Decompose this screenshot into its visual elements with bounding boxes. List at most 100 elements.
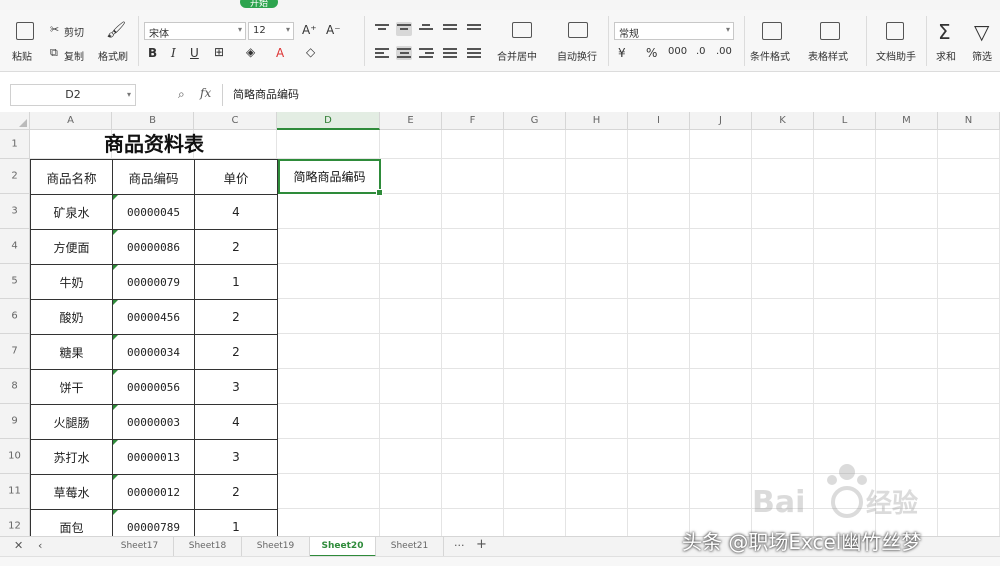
column-header-k[interactable]: K <box>752 112 814 130</box>
increase-font-icon[interactable]: A⁺ <box>302 23 317 37</box>
table-header-cell[interactable]: 商品名称 <box>30 159 113 195</box>
table-cell-code[interactable]: 00000045 <box>112 194 195 230</box>
close-icon[interactable]: ✕ <box>14 539 23 552</box>
outdent-icon[interactable] <box>466 22 482 36</box>
column-header-c[interactable]: C <box>194 112 277 130</box>
currency-icon[interactable]: ¥ <box>618 46 626 60</box>
column-header-d[interactable]: D <box>277 112 380 130</box>
table-cell-price[interactable]: 4 <box>194 404 278 440</box>
column-header-g[interactable]: G <box>504 112 566 130</box>
row-header-10[interactable]: 10 <box>0 439 30 474</box>
decrease-decimal-icon[interactable]: .00 <box>716 46 732 57</box>
table-cell-code[interactable]: 00000034 <box>112 334 195 370</box>
copy-icon[interactable]: ⧉ <box>50 46 58 60</box>
table-cell-code[interactable]: 00000789 <box>112 509 195 536</box>
merge-center-button[interactable]: 合并居中 <box>497 48 537 63</box>
italic-icon[interactable]: I <box>171 46 176 60</box>
decrease-font-icon[interactable]: A⁻ <box>326 23 341 37</box>
row-header-7[interactable]: 7 <box>0 334 30 369</box>
sum-icon[interactable]: Σ <box>938 20 951 44</box>
zoom-search-icon[interactable]: ⌕ <box>178 87 185 102</box>
table-cell-name[interactable]: 牛奶 <box>30 264 113 300</box>
table-header-cell[interactable]: 单价 <box>194 159 278 195</box>
font-color-icon[interactable]: A <box>276 46 284 60</box>
sheet-tab-sheet18[interactable]: Sheet18 <box>174 537 242 557</box>
table-cell-name[interactable]: 苏打水 <box>30 439 113 475</box>
active-cell-d2[interactable]: 简略商品编码 <box>278 159 383 196</box>
column-header-l[interactable]: L <box>814 112 876 130</box>
table-cell-price[interactable]: 2 <box>194 299 278 335</box>
select-all-corner[interactable] <box>0 112 30 130</box>
sheet-title[interactable]: 商品资料表 <box>30 130 278 159</box>
copy-button[interactable]: 复制 <box>64 48 84 63</box>
align-right-icon[interactable] <box>418 46 434 60</box>
table-cell-name[interactable]: 酸奶 <box>30 299 113 335</box>
column-header-e[interactable]: E <box>380 112 442 130</box>
table-cell-price[interactable]: 4 <box>194 194 278 230</box>
table-cell-price[interactable]: 2 <box>194 334 278 370</box>
column-header-j[interactable]: J <box>690 112 752 130</box>
cut-button[interactable]: 剪切 <box>64 24 84 39</box>
table-cell-price[interactable]: 1 <box>194 509 278 536</box>
tab-home[interactable]: 开始 <box>240 0 278 9</box>
table-cell-code[interactable]: 00000079 <box>112 264 195 300</box>
font-size-select[interactable]: 12 ▾ <box>248 22 294 40</box>
filter-icon[interactable]: ▽ <box>974 20 989 44</box>
wrap-text-icon[interactable] <box>568 22 588 38</box>
table-style-button[interactable]: 表格样式 <box>808 48 848 63</box>
conditional-format-button[interactable]: 条件格式 <box>750 48 790 63</box>
bold-icon[interactable]: B <box>148 46 157 60</box>
sheet-tab-sheet21[interactable]: Sheet21 <box>376 537 444 557</box>
row-header-12[interactable]: 12 <box>0 509 30 536</box>
table-cell-code[interactable]: 00000003 <box>112 404 195 440</box>
paste-icon[interactable] <box>16 22 34 40</box>
column-header-h[interactable]: H <box>566 112 628 130</box>
table-cell-price[interactable]: 1 <box>194 264 278 300</box>
format-painter-button[interactable]: 格式刷 <box>98 48 128 63</box>
clear-format-icon[interactable]: ◇ <box>306 45 315 59</box>
border-icon[interactable]: ⊞ <box>214 45 224 59</box>
table-cell-price[interactable]: 2 <box>194 474 278 510</box>
table-style-icon[interactable] <box>820 22 840 40</box>
table-cell-code[interactable]: 00000056 <box>112 369 195 405</box>
formula-input[interactable]: 简略商品编码 <box>222 84 1000 106</box>
table-cell-name[interactable]: 矿泉水 <box>30 194 113 230</box>
paste-button[interactable]: 粘贴 <box>12 48 32 63</box>
sheet-tab-sheet17[interactable]: Sheet17 <box>106 537 174 557</box>
column-header-i[interactable]: I <box>628 112 690 130</box>
table-cell-code[interactable]: 00000456 <box>112 299 195 335</box>
format-painter-icon[interactable]: 🖌 <box>106 20 126 39</box>
fill-color-icon[interactable]: ◈ <box>246 45 255 59</box>
row-header-9[interactable]: 9 <box>0 404 30 439</box>
conditional-format-icon[interactable] <box>762 22 782 40</box>
add-sheet-icon[interactable]: + <box>476 537 487 552</box>
name-box[interactable]: D2 ▾ <box>10 84 136 106</box>
sum-button[interactable]: 求和 <box>936 48 956 63</box>
table-cell-code[interactable]: 00000012 <box>112 474 195 510</box>
underline-icon[interactable]: U <box>190 46 199 60</box>
font-name-select[interactable]: 宋体 ▾ <box>144 22 246 40</box>
row-header-1[interactable]: 1 <box>0 130 30 159</box>
align-bottom-icon[interactable] <box>418 22 434 36</box>
align-top-icon[interactable] <box>374 22 390 36</box>
column-header-a[interactable]: A <box>30 112 112 130</box>
table-cell-name[interactable]: 草莓水 <box>30 474 113 510</box>
sheet-tab-sheet20[interactable]: Sheet20 <box>310 537 376 557</box>
sheet-tab-sheet19[interactable]: Sheet19 <box>242 537 310 557</box>
column-header-m[interactable]: M <box>876 112 938 130</box>
table-cell-price[interactable]: 3 <box>194 439 278 475</box>
increase-decimal-icon[interactable]: .0 <box>696 46 706 57</box>
row-header-11[interactable]: 11 <box>0 474 30 509</box>
column-header-n[interactable]: N <box>938 112 1000 130</box>
number-format-select[interactable]: 常规 ▾ <box>614 22 734 40</box>
table-cell-name[interactable]: 火腿肠 <box>30 404 113 440</box>
indent-icon[interactable] <box>442 22 458 36</box>
table-cell-price[interactable]: 2 <box>194 229 278 265</box>
table-cell-name[interactable]: 糖果 <box>30 334 113 370</box>
cut-icon[interactable]: ✂ <box>50 23 59 36</box>
chevron-left-icon[interactable]: ‹ <box>38 539 42 552</box>
merge-center-icon[interactable] <box>512 22 532 38</box>
doc-assistant-icon[interactable] <box>886 22 904 40</box>
row-header-2[interactable]: 2 <box>0 159 30 194</box>
filter-button[interactable]: 筛选 <box>972 48 992 63</box>
